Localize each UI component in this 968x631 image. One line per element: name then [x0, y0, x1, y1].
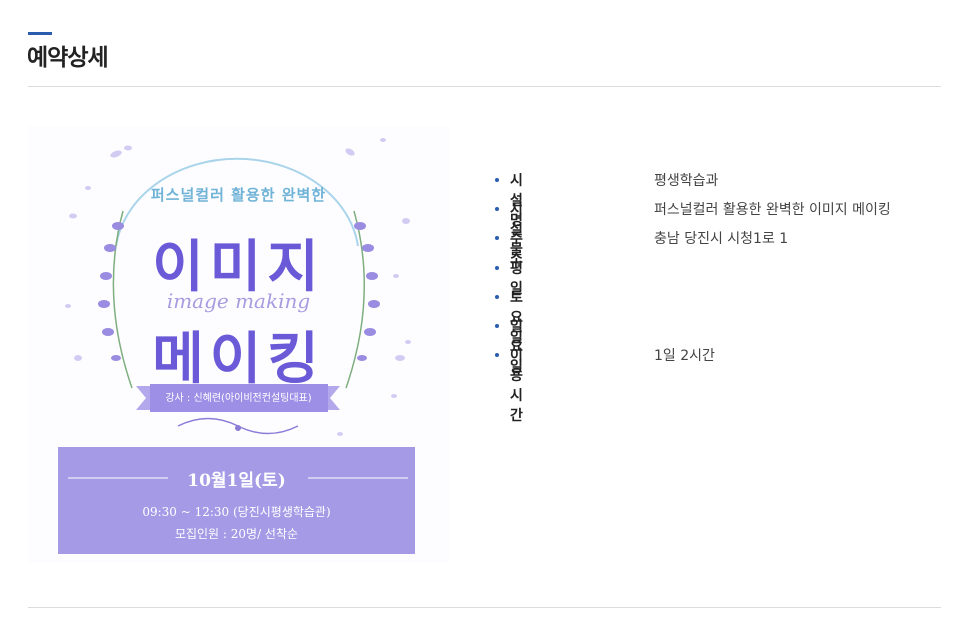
poster-time: 09:30 ~ 12:30 (당진시평생학습관) [142, 505, 331, 519]
program-poster-image: 퍼스널컬러 활용한 완벽한 이미지 image making 메이킹 강사 : … [28, 126, 449, 563]
bullet-icon [495, 294, 499, 299]
bullet-icon [495, 265, 499, 270]
divider-bottom [28, 607, 941, 608]
poster-arc-text: 퍼스널컬러 활용한 완벽한 [150, 186, 327, 204]
detail-value: 퍼스널컬러 활용한 완벽한 이미지 메이킹 [654, 202, 891, 219]
page-title: 예약상세 [27, 45, 109, 71]
bullet-icon [495, 353, 499, 358]
poster-recruit: 모집인원 : 20명/ 선착순 [174, 527, 299, 541]
detail-value: 충남 당진시 시청1로 1 [654, 231, 789, 248]
divider-top [28, 86, 941, 87]
detail-label: 이용시간 [510, 348, 523, 425]
poster-instructor: 강사 : 신혜련(아이비전컨설팅대표) [165, 393, 312, 404]
poster-title-line2: 메이킹 [152, 326, 325, 392]
bullet-icon [495, 207, 499, 212]
bullet-icon [495, 178, 499, 182]
poster-date: 10월1일(토) [187, 471, 286, 491]
detail-value: 평생학습과 [654, 173, 719, 189]
detail-value: 1일 2시간 [654, 348, 715, 365]
title-accent-bar [28, 32, 52, 35]
poster-subtitle-en: image making [166, 289, 311, 313]
bullet-icon [495, 323, 499, 328]
bullet-icon [495, 236, 499, 241]
